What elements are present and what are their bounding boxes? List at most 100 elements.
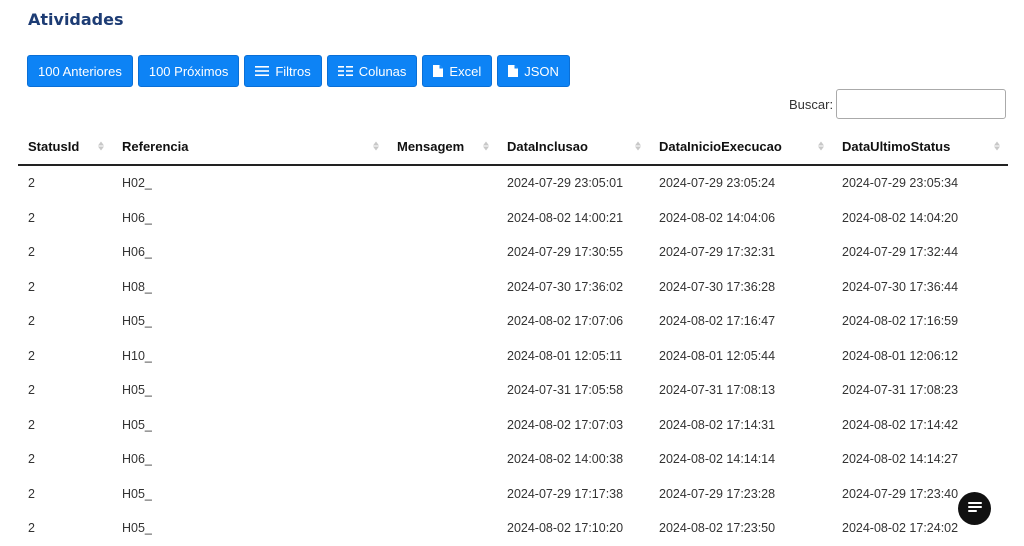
table-cell-statusid: 2 <box>28 245 35 260</box>
table-header-row: StatusId Referencia Mensagem DataInclusa… <box>18 128 1008 166</box>
table-cell-dataultimostatus: 2024-07-30 17:36:44 <box>842 279 959 294</box>
table-cell-dataultimostatus: 2024-08-02 14:14:27 <box>842 452 959 467</box>
table-cell-datainicioexecucao: 2024-08-02 17:23:50 <box>659 521 776 536</box>
search-label: Buscar: <box>789 96 834 112</box>
table-row[interactable]: 2 H05_ 2024-07-29 17:17:38 2024-07-29 17:23… <box>18 477 1008 512</box>
table-cell-mensagem <box>387 373 497 408</box>
table-row[interactable]: 2 H05_ 2024-08-02 17:07:06 2024-08-02 17:16… <box>18 304 1008 339</box>
table-cell-mensagem <box>387 270 497 305</box>
table-cell-datainclusao: 2024-08-02 17:10:20 <box>507 521 624 536</box>
table-cell-referencia: H06_ <box>122 210 152 225</box>
search-input[interactable] <box>836 89 1007 119</box>
table-cell-datainicioexecucao: 2024-07-29 17:32:31 <box>659 245 776 260</box>
table-cell-datainclusao: 2024-08-01 12:05:11 <box>507 348 623 363</box>
table-cell-mensagem <box>387 235 497 270</box>
table-row[interactable]: 2 H06_ 2024-08-02 14:00:21 2024-08-02 14:04… <box>18 201 1008 236</box>
next-100-label: 100 Próximos <box>148 63 229 79</box>
table-row[interactable]: 2 H05_ 2024-08-02 17:07:03 2024-08-02 17:14… <box>18 408 1008 443</box>
chat-icon <box>966 498 984 519</box>
table-cell-referencia: H05_ <box>122 417 152 432</box>
table-cell-dataultimostatus: 2024-08-02 14:04:20 <box>842 210 959 225</box>
table-cell-referencia: H05_ <box>122 383 152 398</box>
table-row[interactable]: 2 H06_ 2024-07-29 17:30:55 2024-07-29 17:32… <box>18 235 1008 270</box>
table-cell-datainclusao: 2024-07-31 17:05:58 <box>507 383 624 398</box>
table-cell-mensagem <box>387 408 497 443</box>
prev-100-label: 100 Anteriores <box>38 63 122 79</box>
excel-label: Excel <box>449 63 482 79</box>
table-cell-datainclusao: 2024-07-29 17:17:38 <box>507 486 624 501</box>
chat-button[interactable] <box>958 492 991 525</box>
table-cell-datainclusao: 2024-07-29 23:05:01 <box>507 176 624 191</box>
filters-button[interactable]: Filtros <box>244 55 322 87</box>
toolbar: 100 Anteriores 100 Próximos Filtros Colu… <box>27 55 570 87</box>
table-row[interactable]: 2 H10_ 2024-08-01 12:05:11 2024-08-01 12:05… <box>18 339 1008 374</box>
table-cell-statusid: 2 <box>28 348 35 363</box>
table-cell-referencia: H06_ <box>122 245 152 260</box>
columns-button[interactable]: Colunas <box>326 55 418 87</box>
table-cell-datainicioexecucao: 2024-08-02 17:16:47 <box>659 314 776 329</box>
file-icon <box>508 65 519 77</box>
next-100-button[interactable]: 100 Próximos <box>137 55 240 87</box>
search-box: Buscar: <box>789 89 1007 119</box>
table-cell-datainicioexecucao: 2024-08-01 12:05:44 <box>659 348 776 363</box>
file-icon <box>433 65 444 77</box>
table-cell-dataultimostatus: 2024-08-01 12:06:12 <box>842 348 959 363</box>
table-row[interactable]: 2 H06_ 2024-08-02 14:00:38 2024-08-02 14:14… <box>18 442 1008 477</box>
table-cell-referencia: H05_ <box>122 314 152 329</box>
column-header-datainclusao[interactable]: DataInclusao <box>497 128 649 166</box>
table-body: 2 H02_ 2024-07-29 23:05:01 2024-07-29 23:05… <box>18 165 1008 546</box>
columns-icon <box>337 65 353 77</box>
table-cell-datainclusao: 2024-08-02 17:07:06 <box>507 314 624 329</box>
table-cell-referencia: H02_ <box>122 176 152 191</box>
column-header-datainicioexecucao[interactable]: DataInicioExecucao <box>649 128 832 166</box>
table-cell-statusid: 2 <box>28 521 35 536</box>
table-cell-datainicioexecucao: 2024-07-30 17:36:28 <box>659 279 776 294</box>
table-cell-datainclusao: 2024-08-02 17:07:03 <box>507 417 624 432</box>
table-cell-dataultimostatus: 2024-08-02 17:14:42 <box>842 417 959 432</box>
table-cell-datainicioexecucao: 2024-07-29 23:05:24 <box>659 176 776 191</box>
column-header-referencia[interactable]: Referencia <box>112 128 387 166</box>
table-cell-statusid: 2 <box>28 210 35 225</box>
table-cell-datainicioexecucao: 2024-08-02 17:14:31 <box>659 417 776 432</box>
table-cell-referencia: H06_ <box>122 452 152 467</box>
table-cell-statusid: 2 <box>28 452 35 467</box>
table-cell-statusid: 2 <box>28 314 35 329</box>
excel-export-button[interactable]: Excel <box>422 55 493 87</box>
table-row[interactable]: 2 H02_ 2024-07-29 23:05:01 2024-07-29 23:05… <box>18 165 1008 201</box>
table-cell-datainicioexecucao: 2024-08-02 14:04:06 <box>659 210 776 225</box>
table-row[interactable]: 2 H05_ 2024-08-02 17:10:20 2024-08-02 17:23… <box>18 511 1008 546</box>
table-cell-datainclusao: 2024-08-02 14:00:21 <box>507 210 624 225</box>
table-row[interactable]: 2 H08_ 2024-07-30 17:36:02 2024-07-30 17:36… <box>18 270 1008 305</box>
table-cell-dataultimostatus: 2024-07-29 23:05:34 <box>842 176 959 191</box>
table-cell-datainclusao: 2024-08-02 14:00:38 <box>507 452 624 467</box>
table-cell-mensagem <box>387 304 497 339</box>
activities-table: StatusId Referencia Mensagem DataInclusa… <box>18 128 1008 546</box>
table-cell-mensagem <box>387 201 497 236</box>
filters-label: Filtros <box>275 63 311 79</box>
table-cell-mensagem <box>387 511 497 546</box>
sort-icon <box>635 141 641 151</box>
table-cell-statusid: 2 <box>28 417 35 432</box>
sort-icon <box>994 141 1000 151</box>
sort-icon <box>818 141 824 151</box>
table-cell-statusid: 2 <box>28 176 35 191</box>
prev-100-button[interactable]: 100 Anteriores <box>27 55 133 87</box>
column-header-dataultimostatus[interactable]: DataUltimoStatus <box>832 128 1008 166</box>
table-cell-datainclusao: 2024-07-29 17:30:55 <box>507 245 624 260</box>
column-header-mensagem[interactable]: Mensagem <box>387 128 497 166</box>
table-row[interactable]: 2 H05_ 2024-07-31 17:05:58 2024-07-31 17:08… <box>18 373 1008 408</box>
json-label: JSON <box>524 63 559 79</box>
table-cell-mensagem <box>387 165 497 201</box>
page-title: Atividades <box>28 10 124 29</box>
table-cell-datainicioexecucao: 2024-07-29 17:23:28 <box>659 486 776 501</box>
table-cell-statusid: 2 <box>28 279 35 294</box>
columns-label: Colunas <box>358 63 407 79</box>
json-export-button[interactable]: JSON <box>497 55 570 87</box>
column-header-statusid[interactable]: StatusId <box>18 128 112 166</box>
sort-icon <box>483 141 489 151</box>
table-cell-dataultimostatus: 2024-07-31 17:08:23 <box>842 383 959 398</box>
table-cell-dataultimostatus: 2024-08-02 17:16:59 <box>842 314 959 329</box>
table-cell-mensagem <box>387 339 497 374</box>
list-icon <box>255 65 270 77</box>
table-cell-dataultimostatus: 2024-07-29 17:32:44 <box>842 245 959 260</box>
